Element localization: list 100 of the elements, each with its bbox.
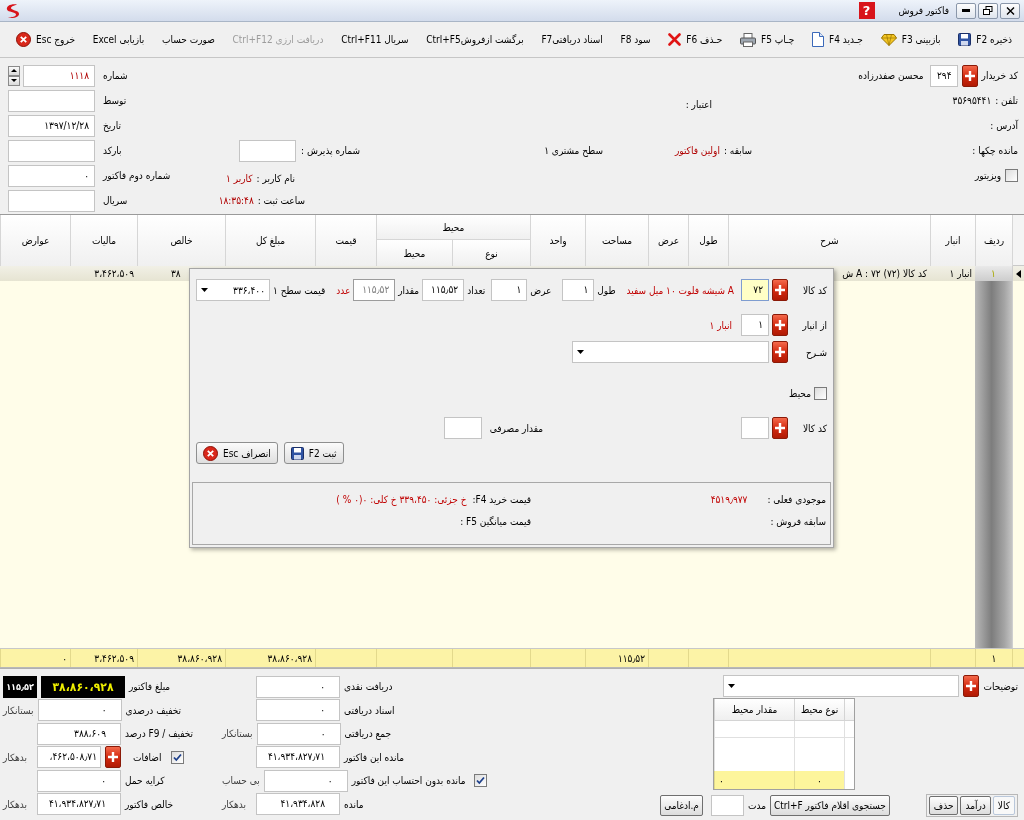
row-selector-header bbox=[844, 699, 854, 721]
field-label: مانده bbox=[344, 798, 364, 810]
field-label: توسط bbox=[103, 95, 127, 106]
checkbox-label: محیط bbox=[789, 387, 811, 399]
cancel-button[interactable]: انصراف Esc bbox=[196, 442, 278, 464]
app-logo-icon bbox=[4, 2, 20, 19]
field-label: تاریخ bbox=[103, 120, 121, 131]
input-field[interactable]: ۰ bbox=[256, 675, 340, 698]
duration-field[interactable] bbox=[710, 794, 744, 816]
toolbar-button[interactable]: اسناد دریافتیF7 bbox=[537, 26, 607, 53]
help-button[interactable]: ? bbox=[858, 2, 875, 19]
column-header: محیط bbox=[376, 240, 452, 266]
reception-number-field[interactable] bbox=[239, 139, 297, 162]
input-field[interactable]: ۰ bbox=[8, 164, 95, 187]
add-button[interactable] bbox=[772, 279, 788, 301]
caret-icon bbox=[728, 684, 736, 688]
input-field[interactable]: ۰ bbox=[37, 699, 122, 722]
checkbox[interactable] bbox=[814, 386, 827, 400]
input-field[interactable]: ۱ bbox=[491, 279, 528, 301]
toolbar-button[interactable]: برگشت ازفروشCtrl+F5 bbox=[422, 26, 528, 53]
checkbox-label: ویزیتور bbox=[974, 170, 1001, 181]
input-field[interactable]: ۰ bbox=[256, 722, 341, 745]
search-items-button[interactable]: جستجوی اقلام فاکتور Ctrl+F bbox=[769, 794, 890, 816]
checkbox[interactable] bbox=[473, 774, 487, 788]
toolbar-button[interactable]: چـاپ F5 bbox=[736, 26, 799, 53]
input-field[interactable]: ،۴۶۲،۵۰۸٫۷۱ bbox=[37, 746, 101, 769]
field-label: کد خریدار bbox=[981, 70, 1018, 81]
field-label: قیمت خرید F4: bbox=[472, 493, 531, 505]
total-cell: ۱۱۵٫۵۲ bbox=[585, 649, 648, 667]
field-label: اضافات bbox=[133, 751, 162, 763]
checkbox[interactable] bbox=[1005, 169, 1018, 182]
warehouse-name: انبار ۱ bbox=[709, 319, 732, 331]
input-field[interactable] bbox=[8, 189, 95, 212]
toolbar-button[interactable]: بازبینی F3 bbox=[876, 26, 945, 53]
column-header: طول bbox=[688, 215, 728, 266]
plus-icon bbox=[775, 320, 785, 330]
add-button[interactable] bbox=[105, 746, 121, 769]
input-field[interactable] bbox=[741, 417, 769, 439]
unit-label: عدد bbox=[336, 284, 351, 296]
phone-number: ۳۵۶۹۵۴۴۱ bbox=[952, 95, 992, 106]
save-button[interactable]: ثبت F2 bbox=[283, 442, 344, 464]
toolbar-button[interactable]: سود F8 bbox=[616, 26, 655, 53]
toolbar-button[interactable]: خروج Esc bbox=[12, 26, 79, 53]
total-cell: ۰ bbox=[794, 771, 844, 789]
tab[interactable]: کالا bbox=[992, 795, 1015, 815]
add-button[interactable] bbox=[772, 417, 788, 439]
user-name: کاربر ۱ bbox=[226, 172, 253, 184]
minimize-button[interactable] bbox=[956, 2, 976, 19]
input-field[interactable] bbox=[443, 417, 482, 439]
invoice-number-field[interactable]: ۱۱۱۸ bbox=[23, 64, 95, 87]
checkmark-icon bbox=[173, 752, 183, 762]
spin-up-button[interactable] bbox=[8, 65, 20, 76]
toolbar-button[interactable]: حـذف F6 bbox=[664, 26, 727, 53]
restore-button[interactable] bbox=[978, 2, 998, 19]
add-button[interactable] bbox=[772, 314, 788, 336]
add-button[interactable] bbox=[961, 64, 978, 87]
total-cell: ۱ bbox=[975, 649, 1012, 667]
item-code-field[interactable]: ۷۲ bbox=[741, 279, 769, 301]
input-field[interactable]: ۴۱،۹۳۴،۸۲۷٫۷۱ bbox=[37, 793, 121, 816]
table-cell: ۳،۴۶۲،۵۰۹ bbox=[94, 268, 134, 279]
field-label: قیمت میانگین F5 : bbox=[460, 515, 531, 527]
input-field[interactable]: ۱ bbox=[562, 279, 595, 301]
field-label: کرایه حمل bbox=[125, 775, 165, 787]
checkbox[interactable] bbox=[171, 750, 185, 764]
column-header: عوارض bbox=[0, 215, 70, 266]
close-button[interactable] bbox=[1000, 2, 1020, 19]
customer-code-field[interactable]: ۲۹۴ bbox=[929, 64, 958, 87]
field-label: بارکد bbox=[103, 145, 122, 156]
tab[interactable]: درآمد bbox=[960, 795, 991, 815]
item-name: A شیشه فلوت ۱۰ میل سفید bbox=[626, 284, 734, 296]
tab[interactable]: حذف bbox=[928, 795, 959, 815]
input-field[interactable] bbox=[8, 139, 95, 162]
input-field[interactable]: ۰ bbox=[256, 699, 340, 722]
input-field[interactable]: ۴۱،۹۳۴،۸۲۷٫۷۱ bbox=[256, 746, 340, 769]
input-field[interactable]: ۴۱،۹۳۴،۸۲۸ bbox=[256, 793, 340, 816]
field-label: مانده بدون احتساب این فاکتور bbox=[351, 775, 466, 787]
toolbar-button[interactable]: بازیابی Excel bbox=[88, 26, 149, 53]
input-field[interactable]: ۰ bbox=[37, 769, 121, 792]
close-icon bbox=[1005, 6, 1015, 15]
merge-button[interactable]: م.ادغامی bbox=[660, 794, 703, 816]
add-button[interactable] bbox=[963, 675, 980, 697]
input-field[interactable]: ۱۳۹۷/۱۲/۲۸ bbox=[8, 114, 95, 137]
toolbar-button[interactable]: جـدید F4 bbox=[808, 26, 867, 53]
toolbar-button[interactable]: سریال Ctrl+F11 bbox=[337, 26, 413, 53]
table-cell: کد کالا (۷۲) ۷۲ : A ش bbox=[842, 268, 927, 279]
input-field[interactable]: ۱۱۵٫۵۲ bbox=[422, 279, 465, 301]
input-field[interactable]: ۱ bbox=[741, 314, 769, 336]
quantity-display: ۱۱۵٫۵۲ bbox=[3, 675, 37, 698]
spin-down-button[interactable] bbox=[8, 75, 20, 86]
toolbar-button[interactable]: ذخیره F2 bbox=[954, 26, 1016, 53]
field-label: شماره دوم فاکتور bbox=[103, 170, 171, 181]
field-label: کد کالا bbox=[802, 422, 827, 434]
input-field[interactable] bbox=[8, 89, 95, 112]
column-header: خالص bbox=[137, 215, 225, 266]
input-field[interactable]: ۳۸۸،۶۰۹ bbox=[37, 722, 121, 745]
gem-icon bbox=[880, 33, 897, 46]
toolbar-button[interactable]: صورت حساب bbox=[158, 26, 219, 53]
add-button[interactable] bbox=[772, 341, 788, 363]
input-field[interactable]: ۰ bbox=[263, 769, 348, 792]
price-level-dropdown[interactable]: ۳۳۶،۴۰۰ bbox=[196, 279, 270, 301]
